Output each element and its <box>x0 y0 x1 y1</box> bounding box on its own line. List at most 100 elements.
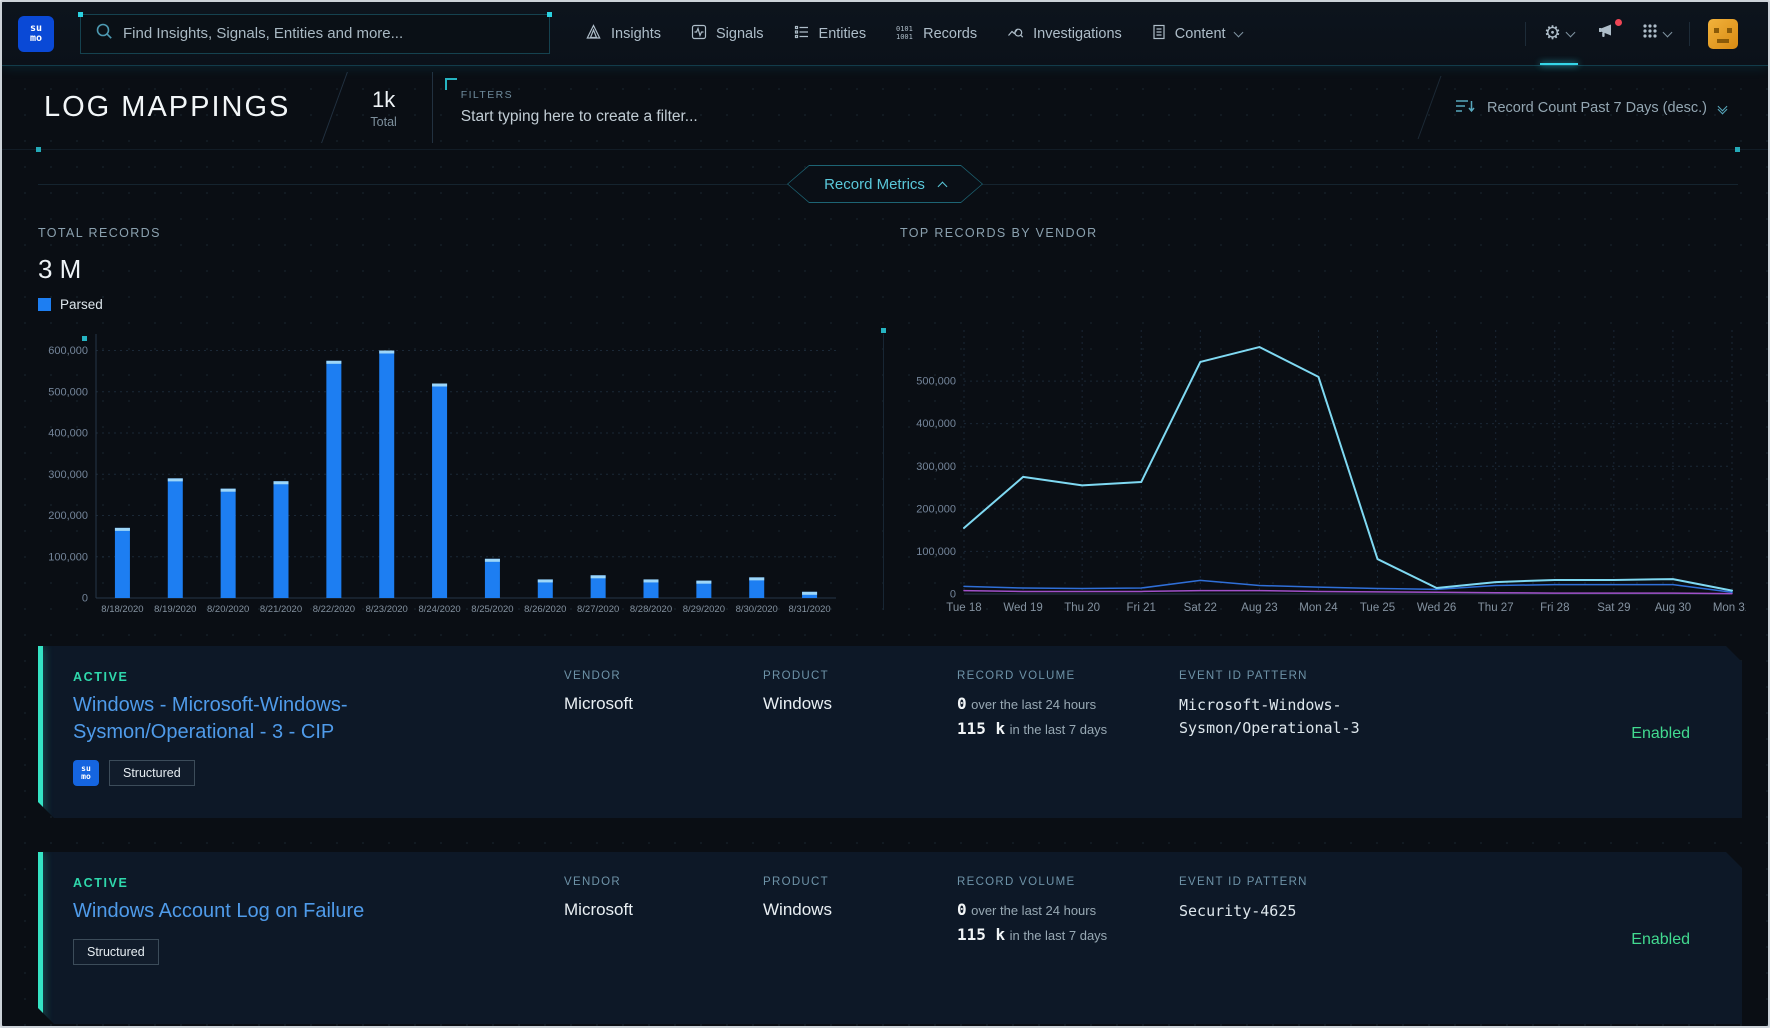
nav-label: Records <box>923 26 977 42</box>
chevron-down-icon <box>1566 27 1576 37</box>
log-mappings-list: ACTIVE Windows - Microsoft-Windows-Sysmo… <box>2 620 1768 1024</box>
total-count-label: Total <box>370 115 396 129</box>
svg-text:8/27/2020: 8/27/2020 <box>577 604 619 615</box>
log-mapping-title-link[interactable]: Windows Account Log on Failure <box>73 898 455 925</box>
settings-menu-button[interactable]: ⚙ <box>1532 2 1586 65</box>
top-records-title: TOP RECORDS BY VENDOR <box>900 226 1746 240</box>
product-value: Windows <box>763 900 957 920</box>
svg-text:Fri 28: Fri 28 <box>1540 602 1569 614</box>
page-content: LOG MAPPINGS 1k Total FILTERS Record Cou… <box>2 66 1768 1026</box>
nav-label: Investigations <box>1033 26 1122 42</box>
sumo-logic-logo-icon[interactable]: su mo <box>18 16 54 52</box>
log-mapping-card[interactable]: ACTIVE Windows Account Log on Failure St… <box>38 852 1742 1024</box>
content-icon <box>1152 24 1166 44</box>
svg-text:8/18/2020: 8/18/2020 <box>101 604 143 615</box>
svg-text:Fri 21: Fri 21 <box>1127 602 1156 614</box>
record-metrics-label: Record Metrics <box>824 176 925 193</box>
svg-text:8/26/2020: 8/26/2020 <box>524 604 566 615</box>
chart-divider <box>883 334 884 610</box>
svg-text:8/28/2020: 8/28/2020 <box>630 604 672 615</box>
svg-text:Sat 22: Sat 22 <box>1184 602 1217 614</box>
chart-legend: Parsed <box>38 297 879 312</box>
nav-item-signals[interactable]: Signals <box>676 2 779 65</box>
search-icon <box>95 22 113 45</box>
log-mapping-card[interactable]: ACTIVE Windows - Microsoft-Windows-Sysmo… <box>38 646 1742 818</box>
enabled-status: Enabled <box>1631 725 1718 743</box>
svg-text:600,000: 600,000 <box>48 345 88 357</box>
svg-text:8/24/2020: 8/24/2020 <box>418 604 460 615</box>
svg-text:Sat 29: Sat 29 <box>1597 602 1630 614</box>
top-records-line-chart: Tue 18Wed 19Thu 20Fri 21Sat 22Aug 23Mon … <box>900 320 1746 620</box>
avatar <box>1708 19 1738 49</box>
total-count-badge: 1k Total <box>334 66 432 149</box>
topbar-actions: ⚙ <box>1519 2 1750 65</box>
divider <box>1525 22 1526 46</box>
svg-text:0: 0 <box>950 589 956 601</box>
svg-text:300,000: 300,000 <box>48 469 88 481</box>
filter-input[interactable] <box>461 108 1139 126</box>
event-id-pattern-column: EVENT ID PATTERN Security-4625 <box>1179 876 1417 1004</box>
record-metrics-divider: Record Metrics <box>2 160 1768 208</box>
apps-grid-button[interactable] <box>1630 2 1683 65</box>
nav-item-records[interactable]: 01011001 Records <box>881 2 992 65</box>
user-menu-button[interactable] <box>1696 2 1750 65</box>
svg-text:Wed 19: Wed 19 <box>1003 602 1042 614</box>
svg-text:500,000: 500,000 <box>48 386 88 398</box>
vendor-column: VENDOR Microsoft <box>564 876 763 1004</box>
nav-item-investigations[interactable]: Investigations <box>992 2 1137 65</box>
structured-tag: Structured <box>109 760 195 786</box>
global-search-box[interactable] <box>80 14 550 54</box>
record-volume-column: RECORD VOLUME 0 over the last 24 hours 1… <box>957 876 1179 1004</box>
megaphone-icon <box>1598 22 1618 45</box>
svg-text:200,000: 200,000 <box>916 503 956 515</box>
record-volume-label: RECORD VOLUME <box>957 670 1179 682</box>
primary-nav: Insights Signals Entitie <box>570 2 1257 65</box>
svg-text:8/20/2020: 8/20/2020 <box>207 604 249 615</box>
svg-text:8/29/2020: 8/29/2020 <box>683 604 725 615</box>
svg-text:Aug 30: Aug 30 <box>1655 602 1691 614</box>
svg-text:8/25/2020: 8/25/2020 <box>471 604 513 615</box>
total-count-value: 1k <box>372 87 395 113</box>
nav-item-entities[interactable]: Entities <box>779 2 882 65</box>
volume-24h: 0 over the last 24 hours <box>957 900 1179 920</box>
total-records-title: TOTAL RECORDS <box>38 226 879 240</box>
svg-text:8/21/2020: 8/21/2020 <box>260 604 302 615</box>
vendor-label: VENDOR <box>564 670 763 682</box>
product-column: PRODUCT Windows <box>763 670 957 798</box>
sumo-logic-badge-icon: sumo <box>73 760 99 786</box>
structured-tag: Structured <box>73 939 159 965</box>
charts-section: TOTAL RECORDS 3 M Parsed 0100,000200,000… <box>2 208 1768 620</box>
sort-dropdown[interactable]: Record Count Past 7 Days (desc.) <box>1429 66 1768 149</box>
event-id-pattern-value: Security-4625 <box>1179 900 1404 923</box>
svg-text:Thu 27: Thu 27 <box>1478 602 1514 614</box>
svg-text:8/23/2020: 8/23/2020 <box>366 604 408 615</box>
svg-text:200,000: 200,000 <box>48 510 88 522</box>
nav-label: Entities <box>819 26 867 42</box>
svg-text:Aug 23: Aug 23 <box>1241 602 1277 614</box>
record-volume-label: RECORD VOLUME <box>957 876 1179 888</box>
investigations-icon <box>1007 24 1024 44</box>
product-column: PRODUCT Windows <box>763 876 957 1004</box>
chevron-up-icon <box>937 181 947 191</box>
insights-icon <box>585 24 602 44</box>
total-records-value: 3 M <box>38 254 879 285</box>
product-label: PRODUCT <box>763 670 957 682</box>
vendor-value: Microsoft <box>564 900 763 920</box>
vendor-column: VENDOR Microsoft <box>564 670 763 798</box>
search-input[interactable] <box>123 25 535 42</box>
announcements-button[interactable] <box>1586 2 1630 65</box>
log-mapping-title-link[interactable]: Windows - Microsoft-Windows-Sysmon/Opera… <box>73 692 455 746</box>
status-badge: ACTIVE <box>73 670 564 684</box>
deco-corner <box>881 328 886 333</box>
record-metrics-toggle[interactable]: Record Metrics <box>787 165 983 203</box>
event-id-pattern-label: EVENT ID PATTERN <box>1179 876 1417 888</box>
svg-text:0: 0 <box>82 593 88 605</box>
nav-item-content[interactable]: Content <box>1137 2 1257 65</box>
svg-text:Tue 18: Tue 18 <box>946 602 981 614</box>
volume-24h: 0 over the last 24 hours <box>957 694 1179 714</box>
nav-item-insights[interactable]: Insights <box>570 2 676 65</box>
volume-7d: 115 k in the last 7 days <box>957 925 1179 945</box>
logo-text-bottom: mo <box>30 34 42 44</box>
top-records-by-vendor-panel: TOP RECORDS BY VENDOR Tue 18Wed 19Thu 20… <box>900 208 1746 620</box>
record-volume-column: RECORD VOLUME 0 over the last 24 hours 1… <box>957 670 1179 798</box>
